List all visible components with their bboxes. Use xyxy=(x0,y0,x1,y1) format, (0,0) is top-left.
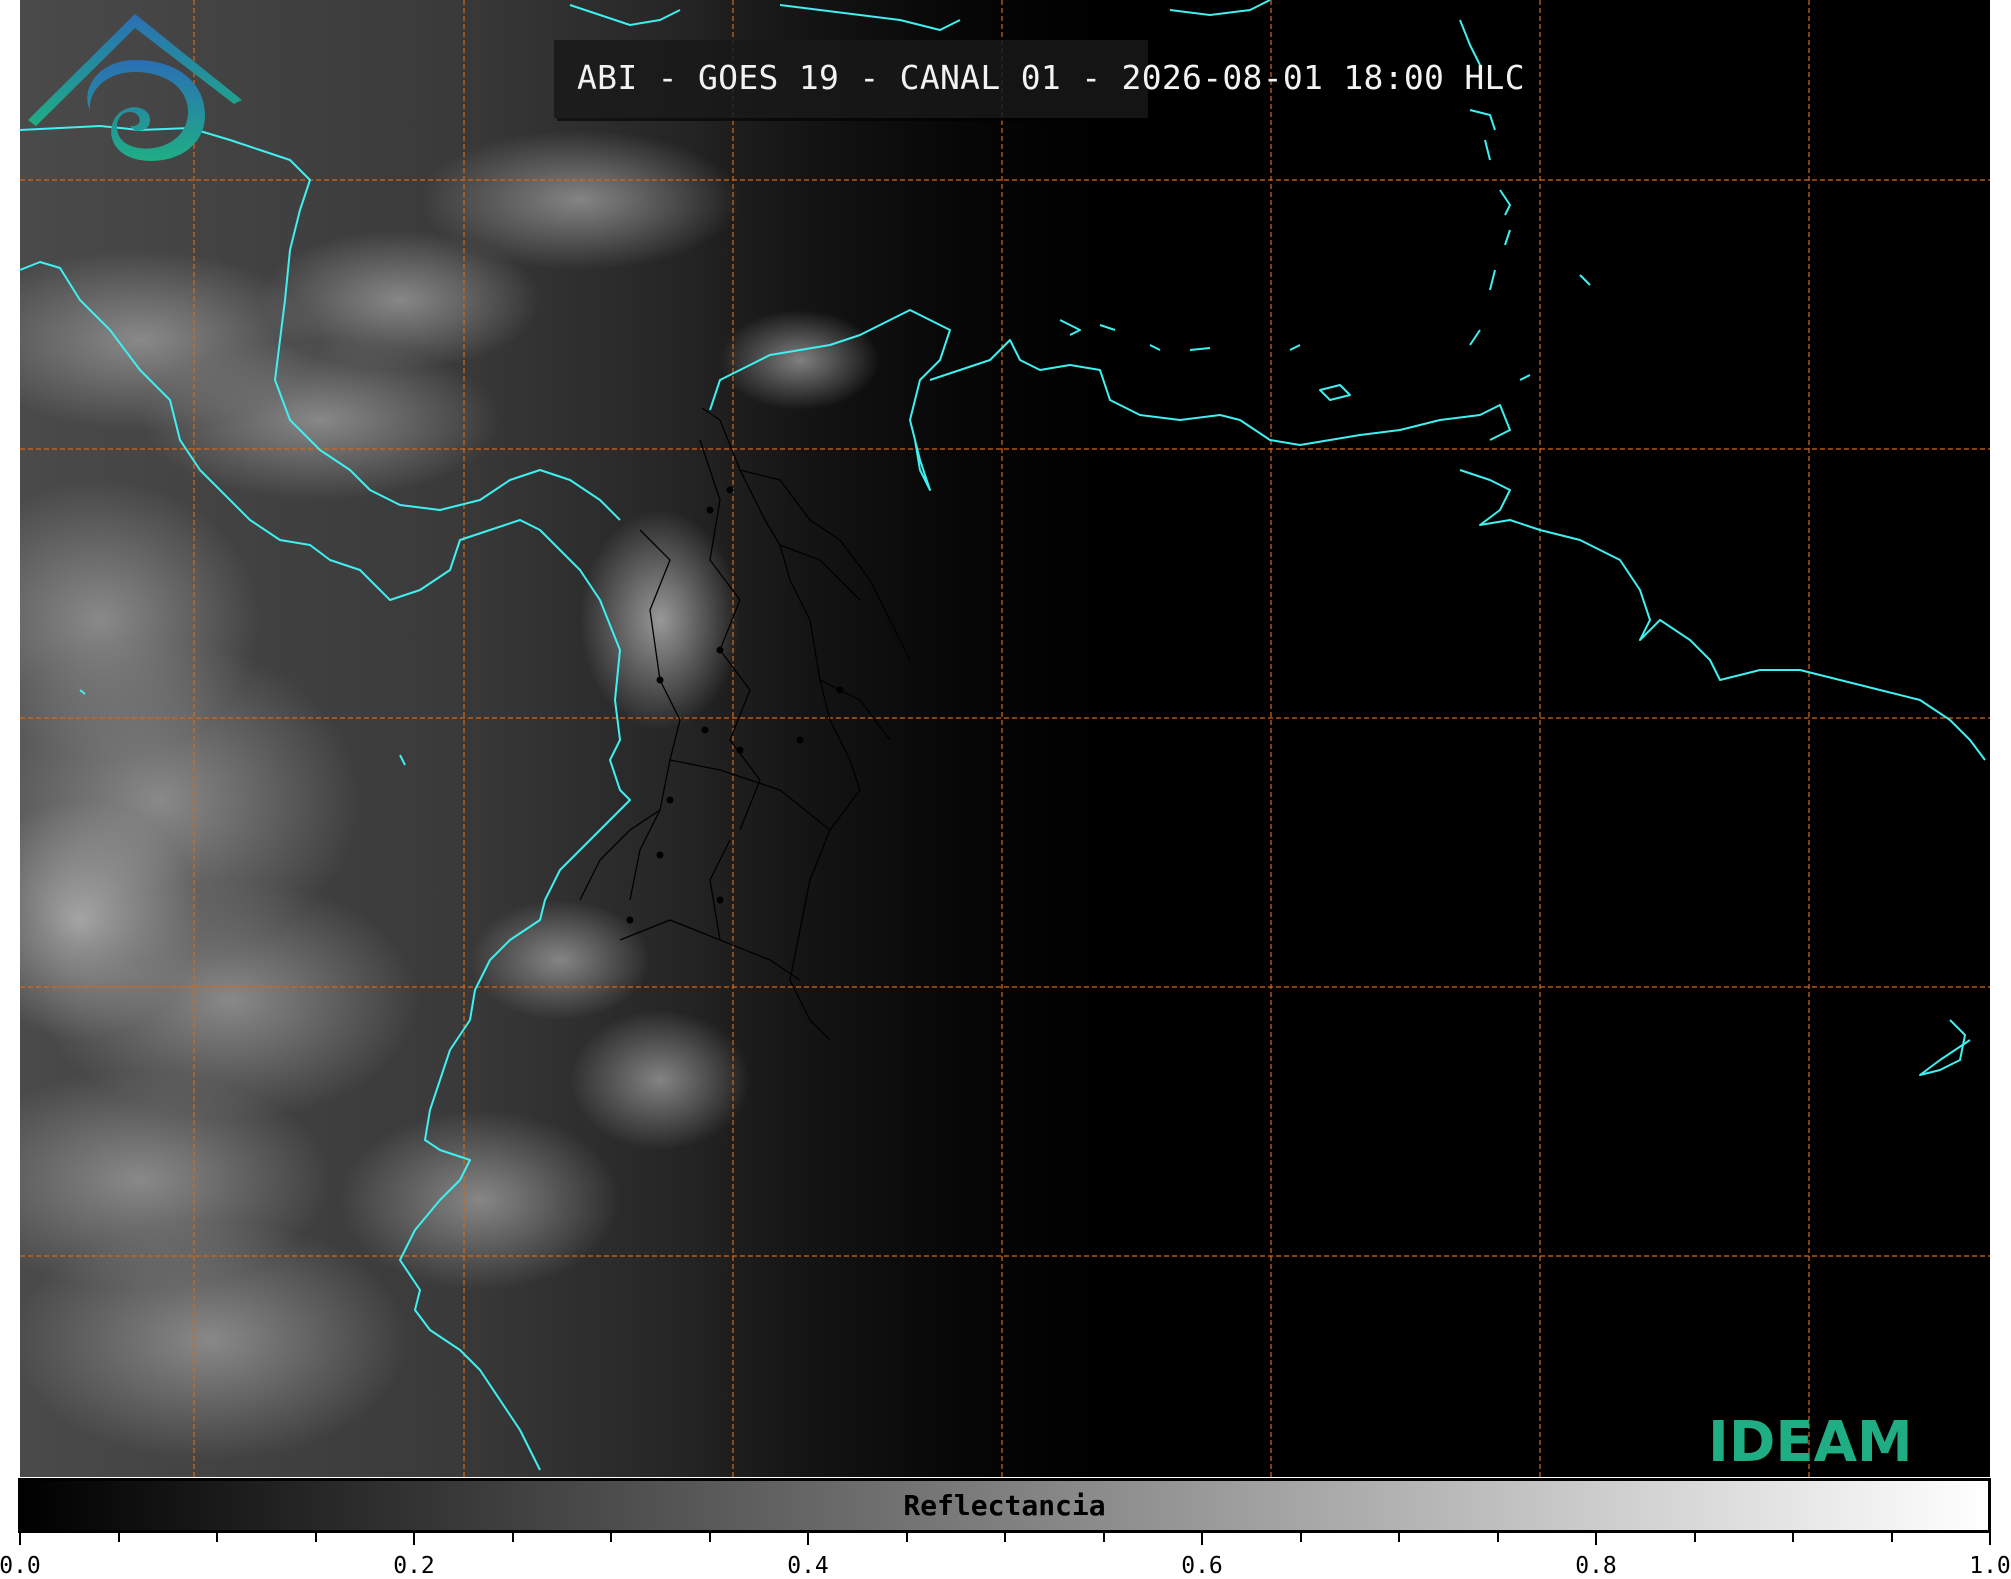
map-layer xyxy=(20,0,1990,1477)
colorbar-tick xyxy=(216,1533,218,1542)
colorbar-tick xyxy=(1299,1533,1302,1542)
colorbar-tick-label: 1.0 xyxy=(1969,1553,2011,1579)
colorbar-tick xyxy=(1693,1533,1696,1542)
colorbar-tick xyxy=(1989,1533,1991,1545)
colorbar-tick-label: 0.6 xyxy=(1181,1553,1223,1579)
colorbar: Reflectancia xyxy=(18,1478,1991,1533)
colorbar-tick-label: 0.0 xyxy=(0,1553,41,1579)
colorbar-tick xyxy=(1792,1533,1794,1542)
colorbar-tick xyxy=(905,1533,908,1542)
colorbar-tick xyxy=(511,1533,514,1542)
colorbar-tick xyxy=(610,1533,612,1542)
colorbar-tick xyxy=(314,1533,317,1542)
colorbar-tick-label: 0.8 xyxy=(1575,1553,1617,1579)
colorbar-tick xyxy=(1595,1533,1597,1545)
colorbar-tick xyxy=(19,1533,21,1545)
colorbar-tick xyxy=(1496,1533,1499,1542)
colorbar-tick xyxy=(807,1533,809,1545)
satellite-map: ABI - GOES 19 - CANAL 01 - 2026-08-01 18… xyxy=(20,0,1990,1477)
colorbar-label: Reflectancia xyxy=(903,1489,1106,1522)
colorbar-tick xyxy=(1004,1533,1006,1542)
colorbar-tick xyxy=(413,1533,415,1545)
colorbar-tick xyxy=(1890,1533,1893,1542)
colorbar-tick xyxy=(117,1533,120,1542)
map-title: ABI - GOES 19 - CANAL 01 - 2026-08-01 18… xyxy=(577,58,1525,97)
colorbar-tick xyxy=(1102,1533,1105,1542)
colorbar-tick xyxy=(1201,1533,1203,1545)
ideam-logo xyxy=(28,14,242,161)
colorbar-tick-label: 0.2 xyxy=(393,1553,435,1579)
colorbar-tick xyxy=(708,1533,711,1542)
colorbar-tick xyxy=(1398,1533,1400,1542)
colorbar-tick-label: 0.4 xyxy=(787,1553,829,1579)
logo-text: IDEAM xyxy=(1708,1410,1913,1475)
